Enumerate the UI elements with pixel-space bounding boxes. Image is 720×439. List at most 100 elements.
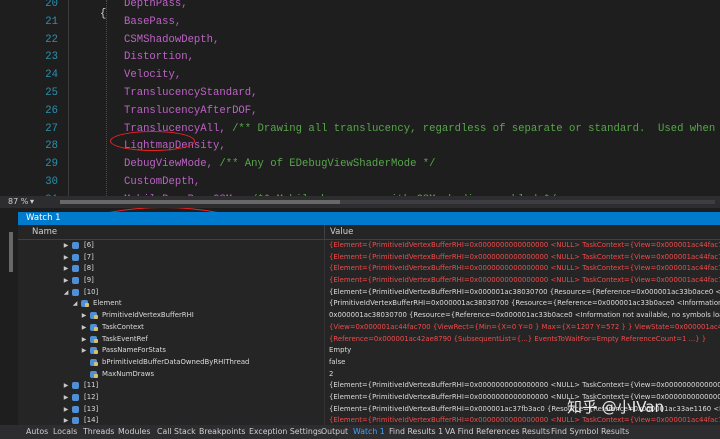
collapse-arrow-icon[interactable]: ◢ xyxy=(71,298,79,310)
field-icon xyxy=(72,417,80,425)
column-divider[interactable] xyxy=(324,225,325,240)
expand-arrow-icon[interactable]: ▶ xyxy=(62,275,70,287)
line-number: 28 xyxy=(45,140,58,153)
watch-row[interactable]: ▶ [6] {Element={PrimitiveIdVertexBufferRHI… xyxy=(18,240,720,252)
expand-arrow-icon[interactable]: ▶ xyxy=(80,310,88,322)
watch-row-name: [14] xyxy=(84,416,99,425)
tab-find-results-1[interactable]: Find Results 1 xyxy=(389,425,443,439)
watch-row-name: Element xyxy=(93,299,122,308)
expand-arrow-icon[interactable]: ▶ xyxy=(62,392,70,404)
vertical-scroll-thumb[interactable] xyxy=(9,232,13,272)
expand-arrow-icon[interactable]: ▶ xyxy=(62,240,70,252)
watch-row-value[interactable]: false xyxy=(329,357,720,369)
expand-arrow-icon[interactable]: ▶ xyxy=(62,263,70,275)
watch-row-value[interactable]: {Element={PrimitiveIdVertexBufferRHI=0x0… xyxy=(329,275,720,287)
watch-row-value[interactable]: {Element={PrimitiveIdVertexBufferRHI=0x0… xyxy=(329,263,720,275)
tab-modules[interactable]: Modules xyxy=(118,425,150,439)
expand-arrow-icon[interactable]: ▶ xyxy=(62,252,70,264)
watch-row[interactable]: ◢ [10] {Element={PrimitiveIdVertexBufferRH… xyxy=(18,287,720,299)
watch-row[interactable]: ◢ Element {PrimitiveIdVertexBufferRHI=0x00… xyxy=(18,298,720,310)
watch-row[interactable]: ▶ PrimitiveIdVertexBufferRHI 0x000001ac380… xyxy=(18,310,720,322)
watch-row-value[interactable]: {Reference=0x000001ac42ae8790 {Subsequen… xyxy=(329,334,720,346)
code-text[interactable]: Velocity, xyxy=(124,67,181,85)
watch-row-value[interactable]: Empty xyxy=(329,345,720,357)
watch-row-value[interactable]: 0x000001ac38030700 {Resource={Reference=… xyxy=(329,310,720,322)
enum-value: CustomDepth, xyxy=(124,175,201,188)
watch-row-name: PassNameForStats xyxy=(102,346,166,355)
tab-find-symbol-results[interactable]: Find Symbol Results xyxy=(551,425,629,439)
code-editor[interactable]: { 20 DepthPass, 21 BasePass, 22 CSMShadowDept… xyxy=(0,0,720,196)
expand-arrow-icon[interactable]: ▶ xyxy=(80,334,88,346)
field-icon xyxy=(72,288,80,296)
code-text[interactable]: Distortion, xyxy=(124,49,194,67)
horizontal-scroll-thumb[interactable] xyxy=(60,200,340,204)
watermark: 知乎 @小IVan xyxy=(567,398,664,416)
watch-row-value[interactable]: {Element={PrimitiveIdVertexBufferRHI=0x0… xyxy=(329,240,720,252)
cube-icon xyxy=(72,253,79,261)
tab-threads[interactable]: Threads xyxy=(83,425,114,439)
tab-call-stack[interactable]: Call Stack xyxy=(157,425,196,439)
enum-value: DebugViewMode, xyxy=(124,158,220,171)
member-badge-icon xyxy=(94,361,98,366)
watch-row-value[interactable]: {PrimitiveIdVertexBufferRHI=0x000001ac38… xyxy=(329,298,720,310)
field-icon xyxy=(72,405,80,413)
member-badge-icon xyxy=(85,303,89,308)
member-badge-icon xyxy=(94,338,98,343)
watch-row-value[interactable]: 2 xyxy=(329,369,720,381)
expand-arrow-icon[interactable]: ▶ xyxy=(62,404,70,416)
horizontal-scrollbar[interactable] xyxy=(60,200,715,204)
column-name-header[interactable]: Name xyxy=(32,225,57,240)
watch-row[interactable]: ▶ [7] {Element={PrimitiveIdVertexBufferRHI… xyxy=(18,252,720,264)
field-icon xyxy=(90,312,98,320)
enum-value: CSMShadowDepth, xyxy=(124,33,220,46)
code-text[interactable]: BasePass, xyxy=(124,14,181,32)
code-text[interactable]: DebugViewMode, /** Any of EDebugViewShad… xyxy=(124,156,436,174)
expand-arrow-icon[interactable]: ▶ xyxy=(62,415,70,425)
watch-row[interactable]: ▶ [8] {Element={PrimitiveIdVertexBufferRHI… xyxy=(18,263,720,275)
expand-arrow-icon[interactable]: ▶ xyxy=(80,345,88,357)
watch-row[interactable]: bPrimitiveIdBufferDataOwnedByRHIThread fa… xyxy=(18,357,720,369)
tab-locals[interactable]: Locals xyxy=(53,425,77,439)
enum-value: Distortion, xyxy=(124,51,194,64)
watch-row-name: MaxNumDraws xyxy=(102,369,155,378)
cube-icon xyxy=(72,288,79,296)
code-text[interactable]: TranslucencyAll, /** Drawing all translu… xyxy=(124,121,720,139)
watch-row[interactable]: ▶ PassNameForStats Empty xyxy=(18,345,720,357)
field-icon xyxy=(72,393,80,401)
watch-row-value[interactable]: {View=0x000001ac44fac700 {ViewRect={Min=… xyxy=(329,322,720,334)
code-lines: 20 DepthPass, 21 BasePass, 22 CSMShadowDepth,… xyxy=(0,0,720,196)
line-number: 20 xyxy=(45,0,58,10)
code-line: 30 CustomDepth, xyxy=(0,174,720,192)
chevron-down-icon[interactable]: ▾ xyxy=(30,196,34,208)
code-text[interactable]: CustomDepth, xyxy=(124,174,200,192)
tab-watch-1[interactable]: Watch 1 xyxy=(353,425,385,439)
watch-row-name: TaskEventRef xyxy=(102,334,148,343)
watch-row[interactable]: ▶ [9] {Element={PrimitiveIdVertexBufferRHI… xyxy=(18,275,720,287)
code-text[interactable]: TranslucencyAfterDOF, xyxy=(124,103,258,121)
expand-arrow-icon[interactable]: ▶ xyxy=(80,322,88,334)
member-badge-icon xyxy=(94,350,98,355)
watch-row-name: PrimitiveIdVertexBufferRHI xyxy=(102,311,194,320)
tab-va-find-references-results[interactable]: VA Find References Results xyxy=(445,425,550,439)
watch-row-name: [8] xyxy=(84,264,94,273)
watch-row[interactable]: ▶ TaskContext {View=0x000001ac44fac700 {Vi… xyxy=(18,322,720,334)
collapse-arrow-icon[interactable]: ◢ xyxy=(62,287,70,299)
code-text[interactable]: DepthPass, xyxy=(124,0,188,14)
watch-row-value[interactable]: {Element={PrimitiveIdVertexBufferRHI=0x0… xyxy=(329,287,720,299)
code-text[interactable]: CSMShadowDepth, xyxy=(124,32,219,50)
watch-row-value[interactable]: {Element={PrimitiveIdVertexBufferRHI=0x0… xyxy=(329,380,720,392)
zoom-level[interactable]: 87 % xyxy=(8,196,28,208)
expand-arrow-icon[interactable]: ▶ xyxy=(62,380,70,392)
watch-row[interactable]: MaxNumDraws 2 xyxy=(18,369,720,381)
tab-exception-settings[interactable]: Exception Settings xyxy=(249,425,322,439)
watch-row-value[interactable]: {Element={PrimitiveIdVertexBufferRHI=0x0… xyxy=(329,252,720,264)
tab-breakpoints[interactable]: Breakpoints xyxy=(199,425,245,439)
tab-output[interactable]: Output xyxy=(321,425,348,439)
watch-window[interactable]: Name Value ▶ [6] {Element={PrimitiveIdVert… xyxy=(18,225,720,425)
tab-autos[interactable]: Autos xyxy=(26,425,48,439)
watch-row[interactable]: ▶ TaskEventRef {Reference=0x000001ac42ae87… xyxy=(18,334,720,346)
code-text[interactable]: TranslucencyStandard, xyxy=(124,85,258,103)
column-value-header[interactable]: Value xyxy=(330,225,353,240)
watch-row[interactable]: ▶ [11] {Element={PrimitiveIdVertexBufferRH… xyxy=(18,380,720,392)
code-line: 27 TranslucencyAll, /** Drawing all trans… xyxy=(0,121,720,139)
